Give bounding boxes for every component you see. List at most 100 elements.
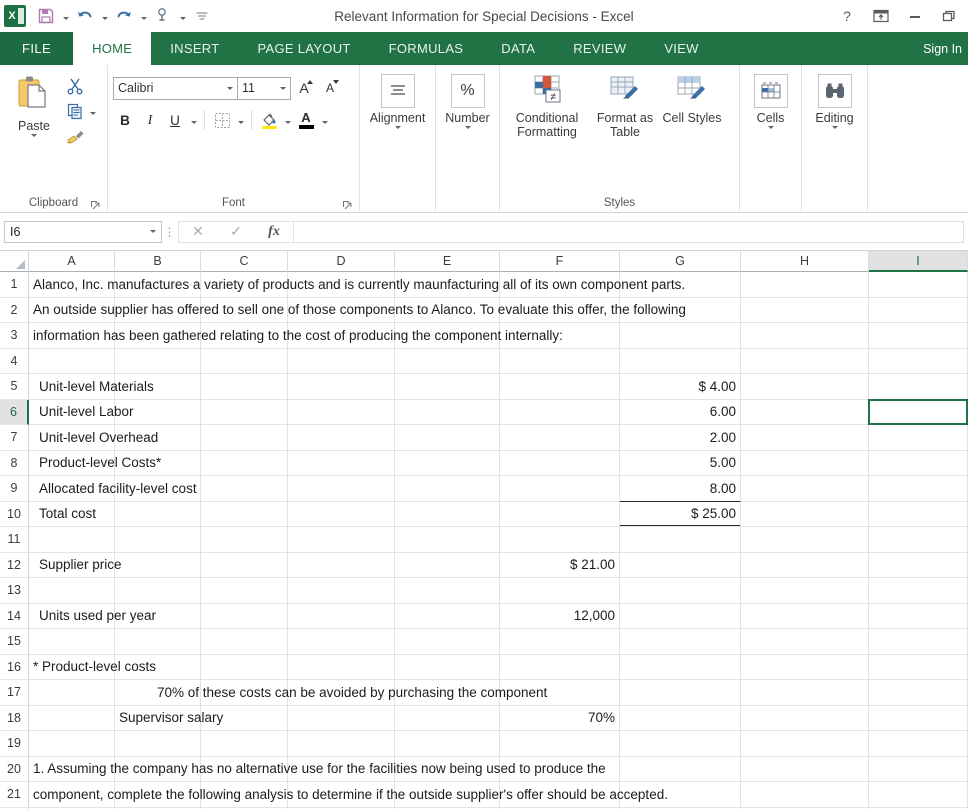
cell-F19[interactable] <box>500 731 620 757</box>
customize-qat-icon[interactable] <box>190 4 214 28</box>
cell-A10[interactable]: Total cost <box>29 501 115 527</box>
alignment-dropdown-icon[interactable] <box>394 126 401 129</box>
cell-D10[interactable] <box>288 501 395 527</box>
cells-button[interactable]: Cells <box>745 70 796 129</box>
cell-D16[interactable] <box>288 654 395 680</box>
row-header-6[interactable]: 6 <box>0 399 29 425</box>
row-header-17[interactable]: 17 <box>0 680 29 706</box>
row-header-9[interactable]: 9 <box>0 476 29 502</box>
cell-G20[interactable] <box>620 756 741 782</box>
copy-icon[interactable] <box>63 99 87 123</box>
row-header-16[interactable]: 16 <box>0 654 29 680</box>
cell-I9[interactable] <box>869 476 968 502</box>
tab-data[interactable]: DATA <box>482 32 554 65</box>
cell-I7[interactable] <box>869 425 968 451</box>
bold-button[interactable]: B <box>113 108 137 132</box>
row-header-20[interactable]: 20 <box>0 756 29 782</box>
cut-icon[interactable] <box>63 74 87 98</box>
cell-I5[interactable] <box>869 374 968 400</box>
editing-button[interactable]: Editing <box>807 70 862 129</box>
row-header-11[interactable]: 11 <box>0 527 29 553</box>
column-header-i[interactable]: I <box>869 251 968 272</box>
cell-C7[interactable] <box>201 425 288 451</box>
cell-A4[interactable] <box>29 348 115 374</box>
cell-I16[interactable] <box>869 654 968 680</box>
cell-G12[interactable] <box>620 552 741 578</box>
tab-review[interactable]: REVIEW <box>554 32 645 65</box>
undo-dropdown-icon[interactable] <box>99 4 110 28</box>
cell-I2[interactable] <box>869 297 968 323</box>
cell-C12[interactable] <box>201 552 288 578</box>
column-header-c[interactable]: C <box>201 251 288 272</box>
font-size-dropdown-icon[interactable] <box>280 86 286 90</box>
redo-dropdown-icon[interactable] <box>138 4 149 28</box>
cell-E18[interactable] <box>395 705 500 731</box>
row-header-12[interactable]: 12 <box>0 552 29 578</box>
borders-icon[interactable] <box>210 108 234 132</box>
cell-F5[interactable] <box>500 374 620 400</box>
cell-I1[interactable] <box>869 272 968 298</box>
cell-B17[interactable]: 70% of these costs can be avoided by pur… <box>115 680 547 706</box>
row-header-4[interactable]: 4 <box>0 348 29 374</box>
select-all-corner[interactable] <box>0 251 29 272</box>
undo-icon[interactable] <box>73 4 97 28</box>
column-header-g[interactable]: G <box>620 251 741 272</box>
cell-B19[interactable] <box>115 731 201 757</box>
cell-F14[interactable]: 12,000 <box>500 603 620 629</box>
tab-home[interactable]: HOME <box>73 32 152 65</box>
paste-dropdown-icon[interactable] <box>31 134 37 137</box>
cell-H13[interactable] <box>741 578 869 604</box>
cell-A12[interactable]: Supplier price <box>29 552 122 578</box>
row-header-18[interactable]: 18 <box>0 705 29 731</box>
save-dropdown-icon[interactable] <box>60 4 71 28</box>
cell-H18[interactable] <box>741 705 869 731</box>
cell-F9[interactable] <box>500 476 620 502</box>
cell-G16[interactable] <box>620 654 741 680</box>
column-header-f[interactable]: F <box>500 251 620 272</box>
cell-D18[interactable] <box>288 705 395 731</box>
font-color-dropdown-icon[interactable] <box>319 108 330 132</box>
cell-E19[interactable] <box>395 731 500 757</box>
tab-file[interactable]: FILE <box>0 32 74 65</box>
cell-A18[interactable] <box>29 705 115 731</box>
cell-G6[interactable]: 6.00 <box>620 399 741 425</box>
cell-H3[interactable] <box>741 323 869 349</box>
restore-icon[interactable] <box>932 2 966 30</box>
cell-I20[interactable] <box>869 756 968 782</box>
cell-B11[interactable] <box>115 527 201 553</box>
cell-C14[interactable] <box>201 603 288 629</box>
enter-icon[interactable]: ✓ <box>217 222 255 242</box>
cell-I19[interactable] <box>869 731 968 757</box>
increase-font-size-icon[interactable]: A <box>291 76 317 100</box>
cell-E13[interactable] <box>395 578 500 604</box>
redo-icon[interactable] <box>112 4 136 28</box>
cell-C13[interactable] <box>201 578 288 604</box>
tab-formulas[interactable]: FORMULAS <box>370 32 483 65</box>
touch-mode-dropdown-icon[interactable] <box>177 4 188 28</box>
cell-C10[interactable] <box>201 501 288 527</box>
conditional-formatting-button[interactable]: ≠ Conditional Formatting <box>505 70 589 139</box>
cell-A17[interactable] <box>29 680 115 706</box>
column-header-d[interactable]: D <box>288 251 395 272</box>
cell-G10[interactable]: $ 25.00 <box>620 501 741 527</box>
cell-F18[interactable]: 70% <box>500 705 620 731</box>
column-header-h[interactable]: H <box>741 251 869 272</box>
column-header-b[interactable]: B <box>115 251 201 272</box>
cell-H7[interactable] <box>741 425 869 451</box>
cell-B13[interactable] <box>115 578 201 604</box>
cell-E15[interactable] <box>395 629 500 655</box>
cell-H10[interactable] <box>741 501 869 527</box>
cell-G8[interactable]: 5.00 <box>620 450 741 476</box>
cell-G15[interactable] <box>620 629 741 655</box>
row-header-5[interactable]: 5 <box>0 374 29 400</box>
row-header-21[interactable]: 21 <box>0 782 29 808</box>
cell-G9[interactable]: 8.00 <box>620 476 741 502</box>
ribbon-display-options-icon[interactable] <box>864 2 898 30</box>
cell-H8[interactable] <box>741 450 869 476</box>
minimize-icon[interactable] <box>898 2 932 30</box>
cell-A15[interactable] <box>29 629 115 655</box>
font-color-icon[interactable]: A <box>294 108 318 132</box>
cell-F7[interactable] <box>500 425 620 451</box>
cell-D5[interactable] <box>288 374 395 400</box>
number-button[interactable]: % Number <box>441 70 494 129</box>
